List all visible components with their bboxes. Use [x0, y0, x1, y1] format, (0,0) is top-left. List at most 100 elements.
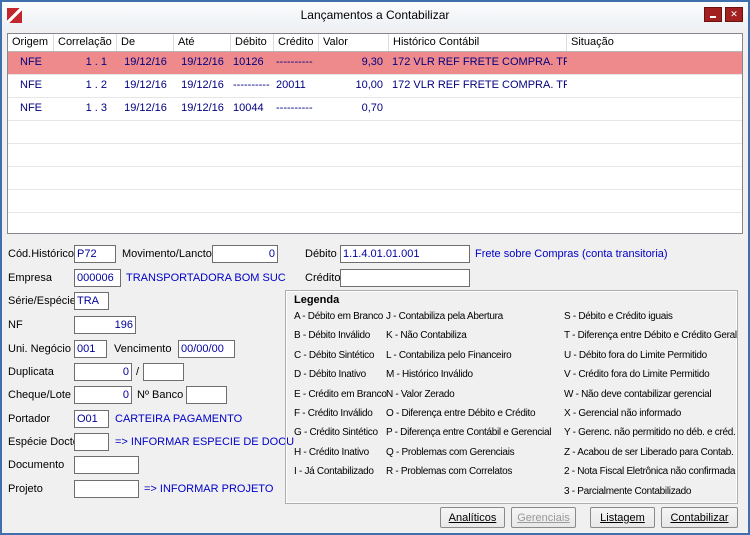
- uni-negocio-field[interactable]: [74, 340, 107, 358]
- duplicata-separator: /: [136, 365, 139, 379]
- especie-docto-hint: => INFORMAR ESPECIE DE DOCU: [115, 435, 294, 449]
- legend-item: N - Valor Zerado: [386, 389, 551, 408]
- window-title: Lançamentos a Contabilizar: [2, 8, 748, 22]
- legend-item: Q - Problemas com Gerenciais: [386, 447, 551, 466]
- serie-especie-label: Série/Espécie: [8, 294, 76, 308]
- legend-item: K - Não Contabiliza: [386, 330, 551, 349]
- legend-groupbox: Legenda A - Débito em Branco B - Débito …: [285, 290, 738, 504]
- cell-valor: 9,30: [319, 52, 389, 74]
- cell-situacao: [567, 52, 742, 74]
- cell-de: 19/12/16: [117, 75, 174, 97]
- no-banco-field[interactable]: [186, 386, 227, 404]
- column-header-situacao[interactable]: Situação: [567, 34, 742, 51]
- cell-historico: [389, 98, 567, 120]
- column-header-de[interactable]: De: [117, 34, 174, 51]
- legend-item: L - Contabiliza pelo Financeiro: [386, 350, 551, 369]
- cheque-lote-field[interactable]: [74, 386, 132, 404]
- projeto-field[interactable]: [74, 480, 139, 498]
- legend-item: I - Já Contabilizado: [294, 466, 387, 485]
- legend-item: 2 - Nota Fiscal Eletrônica não confirmad…: [564, 466, 737, 485]
- legend-column-1: A - Débito em Branco B - Débito Inválido…: [294, 311, 387, 486]
- portador-field[interactable]: [74, 410, 109, 428]
- contabilizar-button[interactable]: Contabilizar: [661, 507, 738, 528]
- serie-especie-field[interactable]: [74, 292, 109, 310]
- vencimento-field[interactable]: [178, 340, 235, 358]
- especie-docto-field[interactable]: [74, 433, 109, 451]
- debito-hint: Frete sobre Compras (conta transitoria): [475, 247, 668, 261]
- table-row[interactable]: NFE 1 . 1 19/12/16 19/12/16 10126 ------…: [8, 52, 742, 75]
- movimento-field[interactable]: [212, 245, 278, 263]
- empresa-hint: TRANSPORTADORA BOM SUC: [126, 271, 286, 285]
- cell-ate: 19/12/16: [174, 98, 231, 120]
- cell-de: 19/12/16: [117, 98, 174, 120]
- cell-ate: 19/12/16: [174, 75, 231, 97]
- empresa-label: Empresa: [8, 271, 52, 285]
- duplicata-parcela-field[interactable]: [143, 363, 184, 381]
- column-header-historico[interactable]: Histórico Contábil: [389, 34, 567, 51]
- titlebar-buttons: [704, 7, 743, 22]
- cell-origem: NFE: [8, 75, 54, 97]
- listagem-button[interactable]: Listagem: [590, 507, 655, 528]
- titlebar: Lançamentos a Contabilizar: [2, 2, 748, 28]
- legend-column-3: S - Débito e Crédito iguais T - Diferenç…: [564, 311, 737, 505]
- credito-field[interactable]: [340, 269, 470, 287]
- debito-field[interactable]: [340, 245, 470, 263]
- legend-item: J - Contabiliza pela Abertura: [386, 311, 551, 330]
- legend-item: P - Diferença entre Contábil e Gerencial: [386, 427, 551, 446]
- duplicata-field[interactable]: [74, 363, 132, 381]
- legend-item: D - Débito Inativo: [294, 369, 387, 388]
- projeto-hint: => INFORMAR PROJETO: [144, 482, 273, 496]
- especie-docto-label: Espécie Docto: [8, 435, 79, 449]
- gerenciais-button: Gerenciais: [511, 507, 576, 528]
- grid-header: Origem Correlação De Até Débito Crédito …: [8, 34, 742, 52]
- documento-label: Documento: [8, 458, 64, 472]
- cell-historico: 172 VLR REF FRETE COMPRA. TRA/196. TI: [389, 75, 567, 97]
- empresa-field[interactable]: [74, 269, 121, 287]
- table-row-empty: [8, 144, 742, 167]
- cell-valor: 10,00: [319, 75, 389, 97]
- cell-debito: 10044: [231, 98, 274, 120]
- cod-historico-field[interactable]: [74, 245, 116, 263]
- legend-item: M - Histórico Inválido: [386, 369, 551, 388]
- movimento-label: Movimento/Lancto: [122, 247, 212, 261]
- nf-field[interactable]: [74, 316, 136, 334]
- cell-debito: ----------: [231, 75, 274, 97]
- legend-item: X - Gerencial não informado: [564, 408, 737, 427]
- legend-item: F - Crédito Inválido: [294, 408, 387, 427]
- column-header-valor[interactable]: Valor: [319, 34, 389, 51]
- column-header-debito[interactable]: Débito: [231, 34, 274, 51]
- legend-item: O - Diferença entre Débito e Crédito: [386, 408, 551, 427]
- legend-item: S - Débito e Crédito iguais: [564, 311, 737, 330]
- column-header-ate[interactable]: Até: [174, 34, 231, 51]
- vencimento-label: Vencimento: [114, 342, 171, 356]
- cell-credito: ----------: [274, 98, 319, 120]
- legend-column-2: J - Contabiliza pela Abertura K - Não Co…: [386, 311, 551, 486]
- cell-origem: NFE: [8, 98, 54, 120]
- cell-situacao: [567, 75, 742, 97]
- cell-valor: 0,70: [319, 98, 389, 120]
- cell-correlacao: 1 . 3: [54, 98, 117, 120]
- column-header-origem[interactable]: Origem: [8, 34, 54, 51]
- legend-item: Z - Acabou de ser Liberado para Contab.: [564, 447, 737, 466]
- legend-item: U - Débito fora do Limite Permitido: [564, 350, 737, 369]
- documento-field[interactable]: [74, 456, 139, 474]
- cell-credito: ----------: [274, 52, 319, 74]
- table-row[interactable]: NFE 1 . 2 19/12/16 19/12/16 ---------- 2…: [8, 75, 742, 98]
- analiticos-button[interactable]: Analíticos: [440, 507, 505, 528]
- table-row[interactable]: NFE 1 . 3 19/12/16 19/12/16 10044 ------…: [8, 98, 742, 121]
- close-icon[interactable]: [725, 7, 743, 22]
- uni-negocio-label: Uni. Negócio: [8, 342, 71, 356]
- cell-origem: NFE: [8, 52, 54, 74]
- legend-item: G - Crédito Sintético: [294, 427, 387, 446]
- app-window: Lançamentos a Contabilizar Origem Correl…: [0, 0, 750, 535]
- minimize-icon[interactable]: [704, 7, 722, 22]
- column-header-credito[interactable]: Crédito: [274, 34, 319, 51]
- portador-label: Portador: [8, 412, 50, 426]
- cell-historico: 172 VLR REF FRETE COMPRA. TRA/196. TI: [389, 52, 567, 74]
- cell-debito: 10126: [231, 52, 274, 74]
- legend-item: W - Não deve contabilizar gerencial: [564, 389, 737, 408]
- table-row-empty: [8, 121, 742, 144]
- legend-item: C - Débito Sintético: [294, 350, 387, 369]
- legend-item: Y - Gerenc. não permitido no déb. e créd…: [564, 427, 737, 446]
- column-header-correlacao[interactable]: Correlação: [54, 34, 117, 51]
